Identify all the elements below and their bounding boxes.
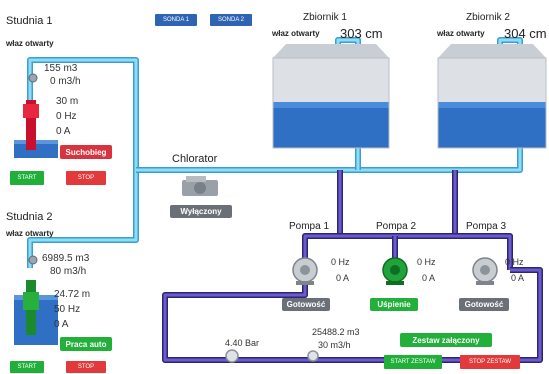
well1-stop-button[interactable]: STOP [66,171,106,185]
pump2-frequency: 0 Hz [417,257,436,267]
pump3-status-badge: Gotowość [459,298,509,311]
tank2-hatch-status: właz otwarty [437,29,485,38]
well2-flow: 80 m3/h [50,266,87,277]
well1-hatch-status: właz otwarty [6,39,54,48]
well1-start-button[interactable]: START [10,171,44,185]
pump1-frequency: 0 Hz [331,257,350,267]
set-stop-button[interactable]: STOP ZESTAW [460,355,520,369]
pump3-current: 0 A [511,273,525,283]
pump3-frequency: 0 Hz [505,257,524,267]
sonda2-button[interactable]: SONDA 2 [210,14,252,26]
pump2-title: Pompa 2 [376,221,417,232]
pump1-graphic [292,257,318,285]
pump2-current: 0 A [422,273,436,283]
well1-title: Studnia 1 [6,15,53,27]
tank1-graphic [272,44,390,149]
well2-volume: 6989.5 m3 [42,253,90,264]
set-status-badge: Zestaw załączony [400,333,492,347]
outlet-flow: 30 m3/h [318,340,351,350]
well1-status-badge: Suchobieg [60,145,112,159]
tank1-level: 303 cm [340,26,383,41]
outlet-pressure: 4.40 Bar [225,338,260,348]
well2-stop-button[interactable]: STOP [66,361,106,373]
pump1-status-badge: Gotowość [282,298,330,311]
pump3-title: Pompa 3 [466,221,507,232]
pressure-gauge-icon [225,349,239,363]
well2-start-button[interactable]: START [10,361,44,373]
pump1-title: Pompa 1 [289,221,330,232]
outlet-volume: 25488.2 m3 [312,327,360,337]
well1-level: 30 m [56,96,79,107]
tank1-title: Zbiornik 1 [303,12,347,23]
pump1-current: 0 A [336,273,350,283]
tank2-level: 304 cm [504,26,547,41]
set-start-button[interactable]: START ZESTAW [384,355,442,369]
pump2-graphic [382,257,408,285]
process-diagram [14,37,547,363]
well1-current: 0 A [56,126,71,137]
well2-current: 0 A [54,319,69,330]
pump3-graphic [472,257,498,285]
flow-meter-icon [307,350,319,362]
well1-frequency: 0 Hz [56,111,77,122]
tank2-title: Zbiornik 2 [466,12,510,23]
well2-frequency: 50 Hz [54,304,81,315]
tank2-graphic [437,44,547,149]
chlorinator-status-badge: Wyłączony [170,205,232,218]
well2-title: Studnia 2 [6,211,53,223]
pump2-status-badge: Uśpienie [370,298,418,311]
well1-flow: 0 m3/h [50,76,81,87]
tank1-hatch-status: właz otwarty [272,29,320,38]
well1-volume: 155 m3 [44,63,78,74]
chlorinator-graphic [182,176,218,196]
well2-status-badge: Praca auto [60,337,112,351]
well2-level: 24.72 m [54,289,91,300]
well2-hatch-status: właz otwarty [6,229,54,238]
chlorinator-title: Chlorator [172,153,218,165]
sonda1-button[interactable]: SONDA 1 [155,14,197,26]
